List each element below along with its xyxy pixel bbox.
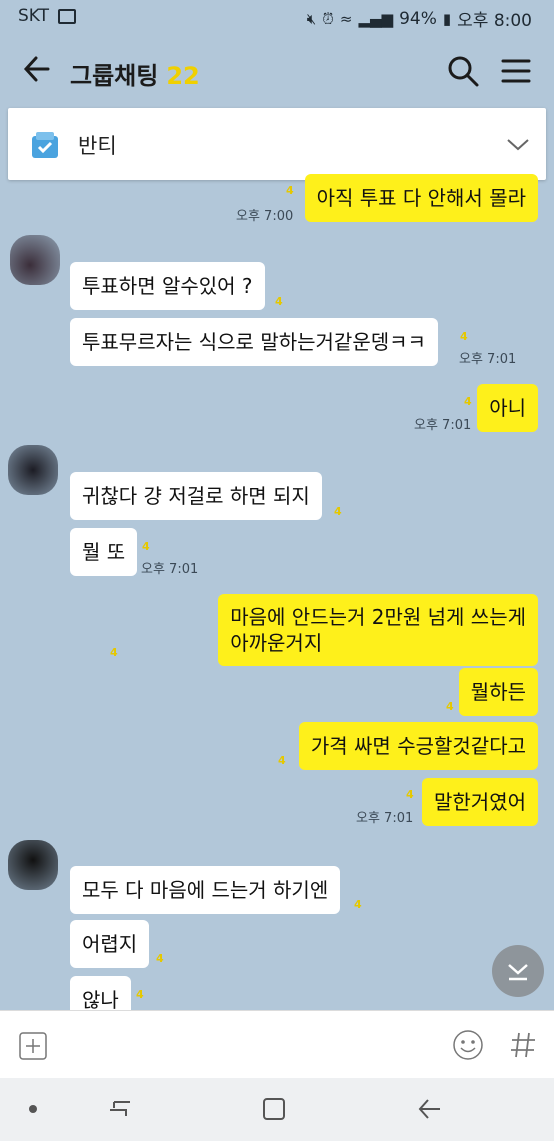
message-bubble-other[interactable]: 모두 다 마음에 드는거 하기엔 [70,866,341,914]
status-right: 🔇︎ ⏰︎ ≈ ▂▄▆ 94% ▮ 오후 8:00 [306,6,532,32]
avatar[interactable] [8,840,58,890]
plus-icon[interactable] [18,1031,48,1061]
notice-banner[interactable]: 반티 [8,108,546,180]
unread-count: 4 [110,646,118,659]
sender-name-blurred [72,845,100,861]
message-line: 마음에 안드는거 2만원 넘게 쓰는게 [230,605,526,629]
wifi-icon: ≈ [339,9,353,28]
sender-name-blurred [72,448,100,464]
battery-icon: ▮ [442,9,452,28]
unread-count: 4 [334,505,342,518]
clock: 오후 8:00 [457,11,532,31]
unread-count: 4 [286,184,294,197]
notice-text: 반티 [78,134,117,158]
avatar[interactable] [8,445,58,495]
message-bubble-mine[interactable]: 말한거였어 [422,778,538,826]
signal-icon: ▂▄▆ [358,9,394,28]
back-arrow-icon[interactable] [22,52,52,86]
chevron-down-icon [508,964,528,981]
dot-indicator-icon [29,1105,37,1113]
carrier-label: SKT [18,6,50,26]
hashtag-icon[interactable] [508,1029,538,1061]
avatar[interactable] [10,235,60,285]
unread-count: 4 [156,952,164,965]
message-bubble-mine[interactable]: 아니 [477,384,538,432]
message-bubble-other[interactable]: 어렵지 [70,920,150,968]
unread-count: 4 [136,988,144,1001]
mute-icon: 🔇︎ [306,9,317,28]
message-bubble-mine[interactable]: 가격 싸면 수긍할것같다고 [298,722,538,770]
unread-count: 4 [446,700,454,713]
message-time: 오후 7:01 [414,418,472,433]
message-bubble-mine[interactable]: 뭘하든 [458,668,538,716]
unread-count: 4 [464,395,472,408]
system-nav-bar [0,1078,554,1141]
unread-count: 4 [406,788,414,801]
message-time: 오후 7:00 [236,209,294,224]
chat-header: 그룹채팅 22 [0,34,554,106]
recent-apps-icon[interactable] [106,1096,134,1122]
chat-title-text: 그룹채팅 [70,62,159,90]
member-count: 22 [166,62,200,90]
message-time: 오후 7:01 [356,811,414,826]
message-input-bar [0,1010,554,1079]
message-bubble-other[interactable]: 투표하면 알수있어 ? [70,262,265,310]
gallery-notification-icon [58,9,76,24]
chevron-down-icon[interactable] [504,130,532,158]
message-line: 아까운거지 [230,631,323,655]
message-input[interactable] [62,1025,442,1065]
message-bubble-mine[interactable]: 마음에 안드는거 2만원 넘게 쓰는게 아까운거지 [218,594,538,666]
message-bubble-other[interactable]: 투표무르자는 식으로 말하는거같운뎅ㅋㅋ [70,318,438,366]
menu-icon[interactable] [500,56,532,86]
chat-title: 그룹채팅 22 [70,56,200,91]
status-bar: SKT 🔇︎ ⏰︎ ≈ ▂▄▆ 94% ▮ 오후 8:00 [0,0,554,34]
message-time: 오후 7:01 [141,562,199,577]
vote-box-icon [32,132,58,158]
message-bubble-mine[interactable]: 아직 투표 다 안해서 몰라 [304,174,538,222]
alarm-icon: ⏰︎ [322,9,334,28]
back-nav-icon[interactable] [416,1096,444,1122]
scroll-to-bottom-button[interactable] [492,945,544,997]
unread-count: 4 [354,898,362,911]
unread-count: 4 [460,330,468,343]
unread-count: 4 [142,540,150,553]
message-bubble-other[interactable]: 귀찮다 걍 저걸로 하면 되지 [70,472,322,520]
unread-count: 4 [278,754,286,767]
sender-name-blurred [72,238,100,254]
emoticon-icon[interactable] [452,1029,484,1061]
home-icon[interactable] [261,1096,287,1122]
message-bubble-other[interactable]: 뭘 또 [70,528,138,576]
battery-percent: 94% [399,8,437,29]
search-icon[interactable] [446,54,480,88]
message-time: 오후 7:01 [459,352,517,367]
unread-count: 4 [275,295,283,308]
